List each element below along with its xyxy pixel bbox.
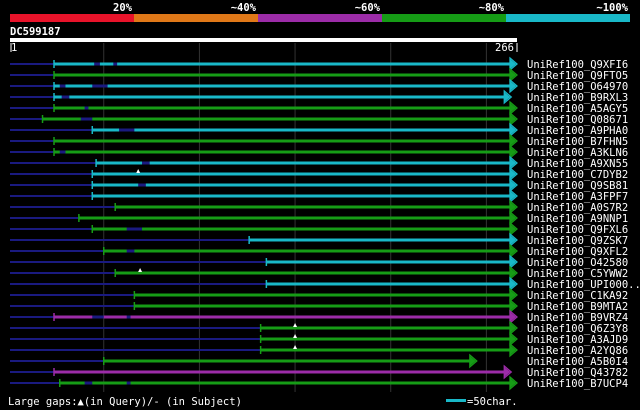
legend-label-4: ~80% bbox=[479, 2, 505, 14]
alignment-bar[interactable] bbox=[92, 183, 512, 187]
alignment-bar[interactable] bbox=[249, 238, 511, 242]
alignment-bar[interactable] bbox=[54, 84, 511, 88]
hit-row[interactable]: UniRef100_B7UCP4 bbox=[10, 375, 628, 391]
gap-segment bbox=[84, 106, 89, 110]
legend-segment-3 bbox=[258, 14, 382, 22]
gap-segment bbox=[138, 183, 146, 187]
alignment-bar[interactable] bbox=[42, 117, 511, 121]
alignment-bar[interactable] bbox=[54, 139, 511, 143]
alignment-bar[interactable] bbox=[92, 172, 512, 176]
gap-segment bbox=[113, 62, 118, 66]
identity-legend-labels: 20% ~40% ~60% ~80% ~100% bbox=[113, 2, 629, 14]
legend-segment-1 bbox=[10, 14, 134, 22]
footer-legend: Large gaps:▲(in Query)/- (in Subject) =5… bbox=[8, 396, 518, 408]
query-id: DC599187 bbox=[10, 26, 61, 38]
query-gap-marker bbox=[293, 323, 298, 327]
scale-bar bbox=[446, 399, 466, 402]
alignment-bar[interactable] bbox=[54, 315, 511, 319]
hit-label[interactable]: UniRef100_B7UCP4 bbox=[527, 378, 628, 390]
alignment-bar[interactable] bbox=[54, 150, 511, 154]
gap-segment bbox=[84, 381, 93, 385]
alignment-bar[interactable] bbox=[92, 227, 512, 231]
alignment-bar[interactable] bbox=[92, 194, 512, 198]
legend-label-5: ~100% bbox=[596, 2, 628, 14]
query-gap-marker bbox=[136, 169, 141, 173]
gap-segment bbox=[126, 315, 131, 319]
legend-label-2: ~40% bbox=[231, 2, 257, 14]
hit-list: UniRef100_Q9XFI6UniRef100_Q9FTO5UniRef10… bbox=[10, 56, 640, 391]
alignment-bar[interactable] bbox=[54, 62, 511, 66]
legend-segment-4 bbox=[382, 14, 506, 22]
gap-segment bbox=[80, 117, 93, 121]
gap-segment bbox=[126, 381, 131, 385]
gap-segment bbox=[142, 161, 150, 165]
legend-segment-2 bbox=[134, 14, 258, 22]
alignment-bar[interactable] bbox=[54, 95, 506, 99]
alignment-bar[interactable] bbox=[92, 128, 512, 132]
legend-segment-5 bbox=[506, 14, 630, 22]
alignment-bar[interactable] bbox=[103, 249, 512, 253]
alignment-bar[interactable] bbox=[266, 260, 511, 264]
alignment-bar[interactable] bbox=[260, 326, 511, 330]
scale-label: =50char. bbox=[467, 396, 518, 408]
gap-segment bbox=[59, 150, 66, 154]
alignment-bar[interactable] bbox=[134, 304, 511, 308]
alignment-bar[interactable] bbox=[266, 282, 511, 286]
alignment-bar[interactable] bbox=[115, 205, 512, 209]
legend-label-1: 20% bbox=[113, 2, 133, 14]
gap-segment bbox=[59, 84, 66, 88]
gap-segment bbox=[119, 128, 135, 132]
query-bar bbox=[10, 38, 517, 42]
gap-segment bbox=[92, 315, 104, 319]
query-start-label: 1 bbox=[11, 42, 17, 54]
alignment-bar[interactable] bbox=[78, 216, 511, 220]
alignment-bar[interactable] bbox=[115, 271, 512, 275]
gap-segment bbox=[94, 62, 100, 66]
gap-segment bbox=[126, 249, 135, 253]
alignment-bar[interactable] bbox=[260, 337, 511, 341]
query-gap-marker bbox=[293, 345, 298, 349]
alignment-bar[interactable] bbox=[260, 348, 511, 352]
blast-alignment-overview: 20% ~40% ~60% ~80% ~100% DC599187 1 266 UniR… bbox=[0, 0, 640, 410]
large-gaps-note: Large gaps:▲(in Query)/- (in Subject) bbox=[8, 396, 242, 408]
alignment-bar[interactable] bbox=[96, 161, 512, 165]
alignment-canvas: 20% ~40% ~60% ~80% ~100% DC599187 1 266 UniR… bbox=[8, 2, 640, 408]
alignment-bar[interactable] bbox=[134, 293, 511, 297]
legend-label-3: ~60% bbox=[355, 2, 381, 14]
identity-color-legend bbox=[10, 14, 630, 22]
alignment-bar[interactable] bbox=[54, 370, 506, 374]
query-ruler: 1 266 bbox=[10, 38, 517, 54]
query-gap-marker bbox=[293, 334, 298, 338]
gap-segment bbox=[61, 95, 70, 99]
gap-segment bbox=[92, 84, 108, 88]
alignment-bar[interactable] bbox=[103, 359, 471, 363]
query-gap-marker bbox=[138, 268, 143, 272]
alignment-bar[interactable] bbox=[54, 73, 511, 77]
query-end-label: 266 bbox=[495, 42, 514, 54]
gap-segment bbox=[126, 227, 143, 231]
alignment-bar[interactable] bbox=[54, 106, 511, 110]
